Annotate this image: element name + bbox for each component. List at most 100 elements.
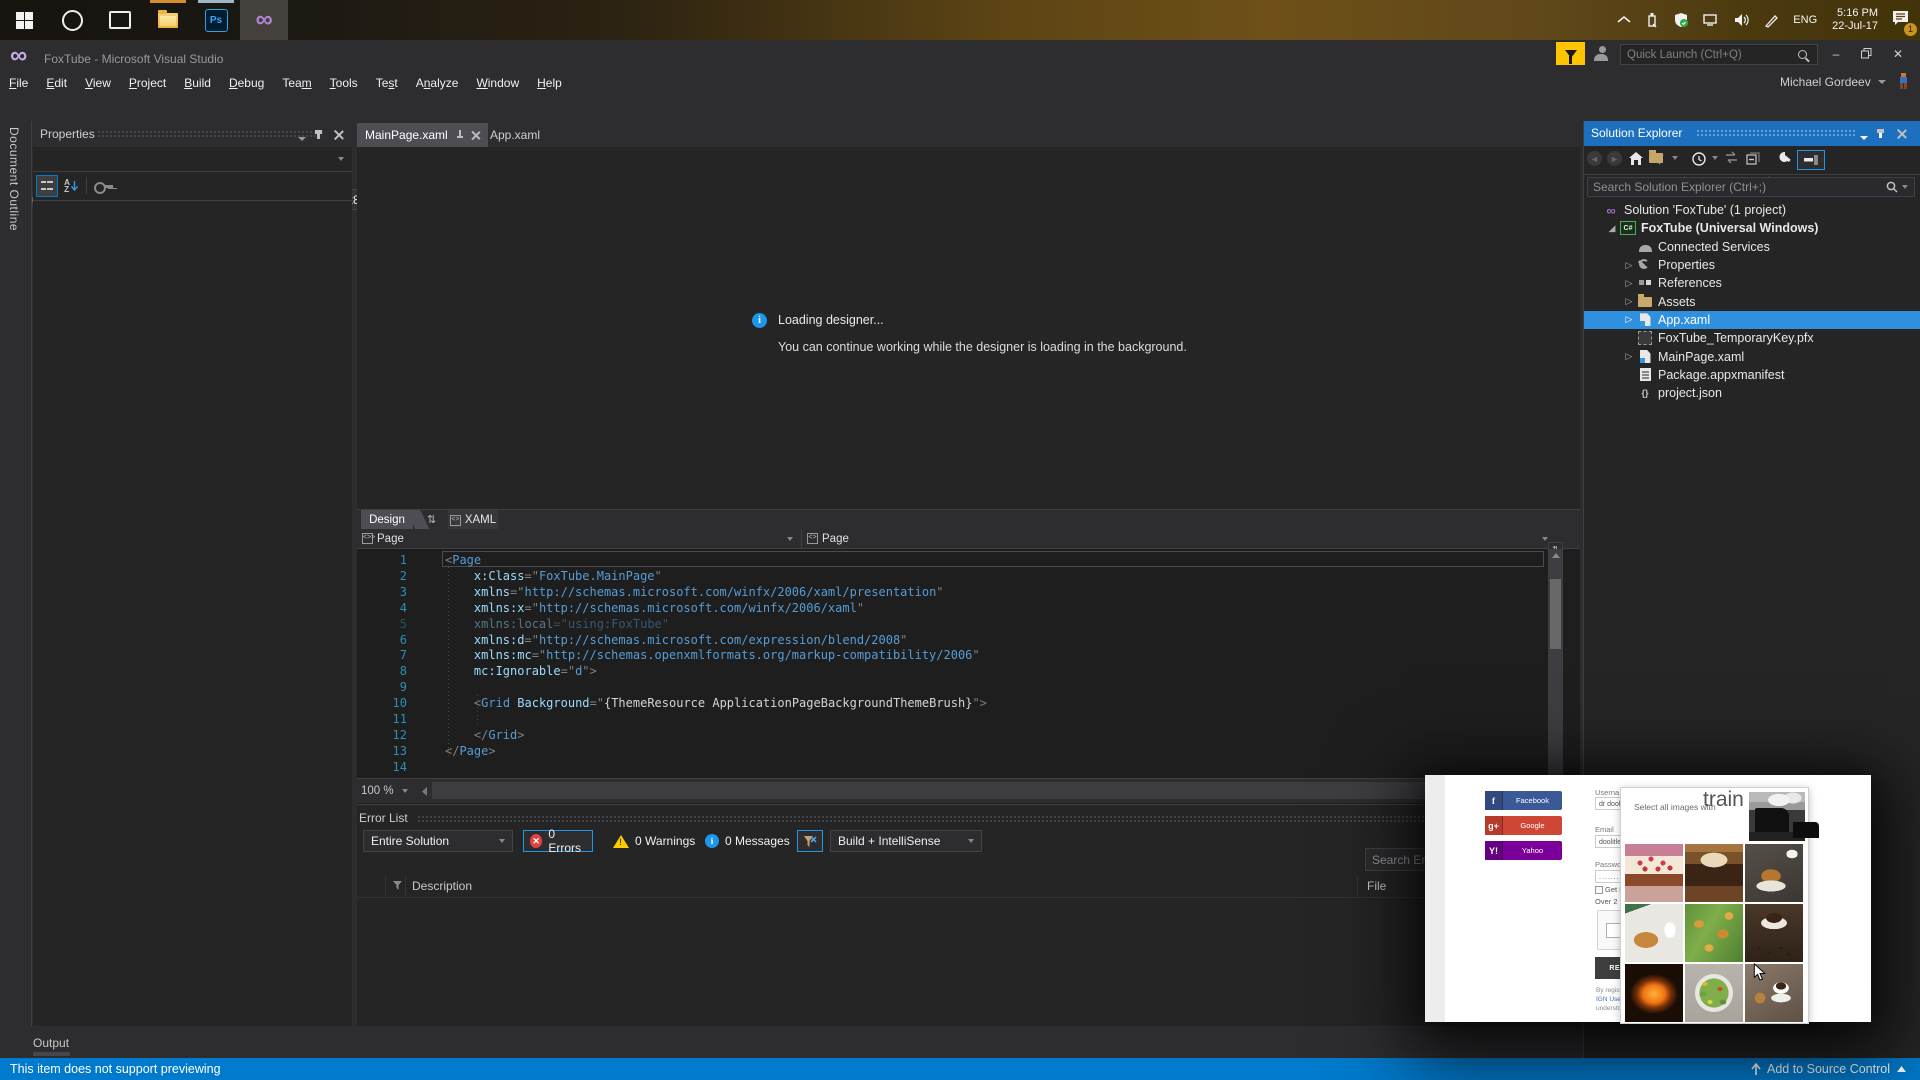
- tree-item-foxtube-temporarykey-pfx[interactable]: FoxTube_TemporaryKey.pfx: [1584, 329, 1920, 347]
- horizontal-scrollbar[interactable]: [432, 782, 1544, 799]
- minimize-button[interactable]: –: [1822, 44, 1850, 63]
- quick-launch-input[interactable]: Quick Launch (Ctrl+Q): [1620, 44, 1818, 65]
- output-tab[interactable]: Output: [33, 1036, 69, 1050]
- tree-item-mainpage-xaml[interactable]: ▷ MainPage.xaml: [1584, 347, 1920, 365]
- filter-button[interactable]: [797, 830, 823, 852]
- tray-expand-icon[interactable]: [1617, 16, 1631, 24]
- alphabetical-sort-button[interactable]: AZ: [60, 175, 82, 197]
- cortana-button[interactable]: [48, 0, 96, 40]
- properties-panel-header[interactable]: Properties: [33, 121, 352, 147]
- design-view-tab[interactable]: Design: [361, 510, 413, 530]
- se-collapse-all-button[interactable]: [1746, 151, 1761, 166]
- property-pages-button[interactable]: [91, 175, 113, 197]
- categorized-view-button[interactable]: [36, 175, 58, 197]
- add-to-source-control[interactable]: Add to Source Control: [1751, 1062, 1906, 1076]
- network-icon[interactable]: [1703, 13, 1720, 27]
- tree-item-properties[interactable]: ▷ Properties: [1584, 256, 1920, 274]
- messages-filter-button[interactable]: i0 Messages: [697, 830, 798, 852]
- menu-analyze[interactable]: Analyze: [407, 73, 468, 93]
- user-profile-icon[interactable]: [1594, 46, 1618, 62]
- menu-debug[interactable]: Debug: [220, 73, 273, 93]
- tree-item-connected-services[interactable]: Connected Services: [1584, 238, 1920, 256]
- visual-studio-taskbar-button[interactable]: ∞: [240, 0, 288, 40]
- menu-tools[interactable]: Tools: [321, 73, 367, 93]
- defender-icon[interactable]: [1673, 12, 1689, 28]
- google-login-button[interactable]: g+ Google: [1485, 816, 1562, 835]
- solution-explorer-search-input[interactable]: Search Solution Explorer (Ctrl+;): [1587, 177, 1915, 197]
- captcha-tile-beans[interactable]: [1745, 904, 1803, 962]
- menu-test[interactable]: Test: [367, 73, 407, 93]
- restore-button[interactable]: [1852, 44, 1880, 63]
- recaptcha-checkbox[interactable]: [1606, 923, 1621, 938]
- captcha-tile-pancakes[interactable]: [1745, 844, 1803, 902]
- se-preview-selected-toggle[interactable]: [1797, 150, 1825, 170]
- close-button[interactable]: ✕: [1884, 44, 1912, 63]
- taskbar-clock[interactable]: 5:16 PM 22-Jul-17: [1832, 7, 1878, 33]
- swap-panes-icon[interactable]: ⇅: [427, 513, 436, 526]
- tree-item-assets[interactable]: ▷ Assets: [1584, 292, 1920, 310]
- tree-item-references[interactable]: ▷ References: [1584, 274, 1920, 292]
- close-panel-icon[interactable]: [1897, 129, 1906, 138]
- feedback-button[interactable]: [1556, 42, 1585, 65]
- se-properties-button[interactable]: [1775, 151, 1791, 166]
- tab-app-xaml[interactable]: App.xaml: [480, 123, 550, 147]
- se-pending-changes-button[interactable]: [1691, 151, 1707, 167]
- se-forward-button[interactable]: ►: [1607, 151, 1622, 166]
- window-position-dropdown-icon[interactable]: [298, 132, 306, 144]
- se-sync-button[interactable]: [1649, 150, 1665, 165]
- avatar[interactable]: [1897, 73, 1910, 90]
- volume-icon[interactable]: [1734, 13, 1750, 27]
- properties-object-dropdown[interactable]: [33, 147, 352, 172]
- captcha-tile-breakfast[interactable]: [1625, 904, 1683, 962]
- pin-tab-icon[interactable]: [456, 130, 464, 140]
- scrollbar-thumb[interactable]: [1550, 579, 1561, 649]
- tree-item-project-json[interactable]: {} project.json: [1584, 384, 1920, 402]
- usb-icon[interactable]: [1645, 12, 1659, 28]
- menu-team[interactable]: Team: [273, 73, 320, 93]
- errors-filter-button[interactable]: ✕ 0 Errors: [523, 827, 593, 855]
- pen-icon[interactable]: [1764, 13, 1779, 28]
- newsletter-checkbox[interactable]: [1595, 886, 1603, 894]
- column-file[interactable]: File: [1367, 879, 1386, 893]
- xaml-view-tab[interactable]: <> XAML: [448, 510, 498, 530]
- error-list-title[interactable]: Error List: [359, 811, 408, 825]
- facebook-login-button[interactable]: f Facebook: [1485, 791, 1562, 810]
- photoshop-button[interactable]: Ps: [192, 0, 240, 40]
- menu-project[interactable]: Project: [120, 73, 175, 93]
- pin-icon[interactable]: [315, 129, 322, 139]
- language-indicator[interactable]: ENG: [1793, 14, 1817, 26]
- yahoo-login-button[interactable]: Y! Yahoo: [1485, 841, 1562, 860]
- se-sync-dropdown[interactable]: [1672, 156, 1678, 160]
- captcha-tile-glow[interactable]: [1625, 964, 1683, 1022]
- close-tab-icon[interactable]: [471, 131, 480, 140]
- se-back-button[interactable]: ◄: [1587, 151, 1602, 166]
- pin-icon[interactable]: [1877, 128, 1884, 138]
- captcha-tile-cake[interactable]: [1625, 844, 1683, 902]
- tab-mainpage-xaml[interactable]: MainPage.xaml: [357, 123, 488, 147]
- floating-browser-window[interactable]: f Facebook g+ Google Y! Yahoo Userna dr doo…: [1425, 775, 1871, 1024]
- menu-window[interactable]: Window: [467, 73, 528, 93]
- action-center-icon[interactable]: 1: [1892, 10, 1917, 36]
- document-outline-tab[interactable]: Document Outline: [7, 127, 21, 231]
- se-pending-dropdown[interactable]: [1712, 156, 1718, 160]
- window-position-dropdown-icon[interactable]: [1860, 131, 1868, 143]
- file-explorer-button[interactable]: [144, 0, 192, 40]
- menu-help[interactable]: Help: [528, 73, 571, 93]
- tree-item-app-xaml[interactable]: ▷ App.xaml: [1584, 310, 1920, 330]
- se-home-button[interactable]: [1628, 151, 1644, 166]
- menu-edit[interactable]: Edit: [37, 73, 76, 93]
- close-panel-icon[interactable]: [334, 130, 343, 139]
- tree-item-package-appxmanifest[interactable]: Package.appxmanifest: [1584, 366, 1920, 384]
- se-refresh-button[interactable]: [1724, 151, 1739, 164]
- tree-item-foxtube-universal-windows-[interactable]: ◢ C# FoxTube (Universal Windows): [1584, 219, 1920, 237]
- tree-item-solution-foxtube-1-project-[interactable]: ∞ Solution 'FoxTube' (1 project): [1584, 201, 1920, 219]
- menu-view[interactable]: View: [76, 73, 120, 93]
- account-menu[interactable]: Michael Gordeev: [1780, 75, 1887, 89]
- error-scope-dropdown[interactable]: Entire Solution: [363, 830, 513, 852]
- warnings-filter-button[interactable]: 0 Warnings: [605, 830, 703, 852]
- column-description[interactable]: Description: [412, 879, 472, 893]
- breadcrumb-left[interactable]: <>> Page: [357, 529, 802, 548]
- captcha-tile-pudding[interactable]: [1685, 844, 1743, 902]
- menu-build[interactable]: Build: [175, 73, 220, 93]
- menu-file[interactable]: File: [0, 73, 37, 93]
